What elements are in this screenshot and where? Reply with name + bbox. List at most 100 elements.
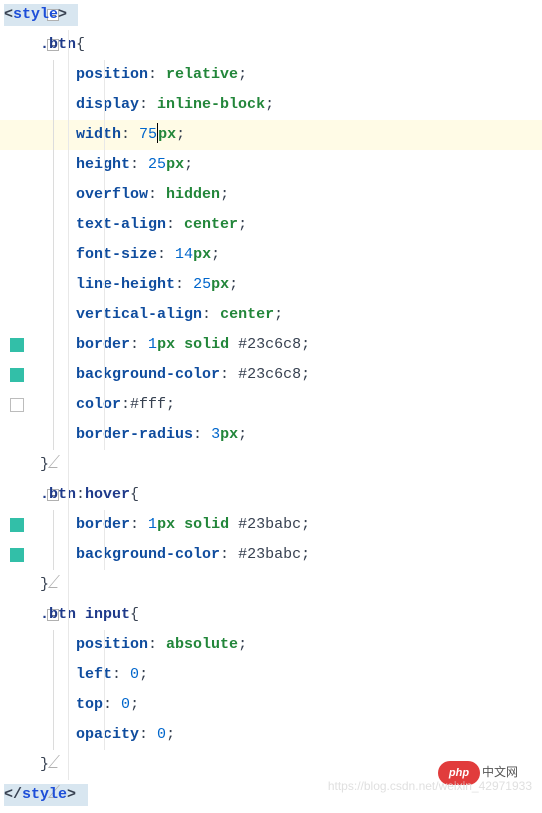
indent-guide [104,390,105,420]
css-property: font-size [76,246,157,263]
css-value: solid [184,336,229,353]
unit: px [166,156,184,173]
code-line[interactable]: vertical-align: center; [0,300,542,330]
code-line[interactable]: background-color: #23babc; [0,540,542,570]
indent-guide [68,240,69,270]
selector: input [85,606,130,623]
watermark-url: https://blog.csdn.net/weixin_42971933 [328,779,532,793]
indent-guide [104,120,105,150]
css-value: center [220,306,274,323]
css-value: relative [166,66,238,83]
code-line[interactable]: .btn{ [0,30,542,60]
colon: : [121,396,130,413]
hex-color: #23babc [238,516,301,533]
code-line[interactable]: <style> [0,0,542,30]
colon: : [157,246,166,263]
code-line[interactable]: overflow: hidden; [0,180,542,210]
colon: : [220,546,229,563]
css-value: inline-block [157,96,265,113]
indent-guide [68,300,69,330]
semicolon: ; [265,96,274,113]
indent-guide [68,150,69,180]
semicolon: ; [176,126,185,143]
fold-connector [53,330,54,360]
code-line[interactable]: border-radius: 3px; [0,420,542,450]
indent-guide [68,660,69,690]
code-line[interactable]: border: 1px solid #23babc; [0,510,542,540]
indent-guide [68,690,69,720]
code-line[interactable]: border: 1px solid #23c6c8; [0,330,542,360]
indent-guide [68,540,69,570]
semicolon: ; [166,726,175,743]
indent-guide [104,60,105,90]
number: 75 [139,126,157,143]
tag-name: style [13,6,58,23]
code-line[interactable]: top: 0; [0,690,542,720]
colon: : [139,726,148,743]
semicolon: ; [238,66,247,83]
code-line[interactable]: font-size: 14px; [0,240,542,270]
unit: px [158,126,176,143]
colon: : [121,126,130,143]
css-property: top [76,696,103,713]
code-line[interactable]: color:#fff; [0,390,542,420]
code-editor[interactable]: <style>.btn{position: relative;display: … [0,0,542,810]
colon: : [130,336,139,353]
angle-bracket: > [58,6,67,23]
fold-connector [53,630,54,660]
colon: : [148,636,157,653]
colon: : [148,186,157,203]
semicolon: ; [211,246,220,263]
unit: px [193,246,211,263]
indent-guide [68,60,69,90]
brace-close: } [40,756,49,773]
code-line[interactable]: opacity: 0; [0,720,542,750]
indent-guide [68,450,69,480]
unit: px [157,516,175,533]
indent-guide [68,600,69,630]
code-line[interactable]: text-align: center; [0,210,542,240]
indent-guide [68,330,69,360]
css-property: line-height [76,276,175,293]
brace-close: } [40,456,49,473]
selector: .btn [40,606,76,623]
fold-connector [53,120,54,150]
code-line[interactable]: background-color: #23c6c8; [0,360,542,390]
code-line[interactable]: height: 25px; [0,150,542,180]
fold-connector [53,420,54,450]
css-property: border [76,336,130,353]
code-line[interactable]: left: 0; [0,660,542,690]
fold-connector [53,210,54,240]
code-line[interactable]: } [0,450,542,480]
indent-guide [68,180,69,210]
fold-connector [53,150,54,180]
code-line[interactable]: .btn input{ [0,600,542,630]
colon: : [148,66,157,83]
css-property: position [76,66,148,83]
brace-open: { [130,606,139,623]
indent-guide [104,300,105,330]
code-line[interactable]: line-height: 25px; [0,270,542,300]
semicolon: ; [274,306,283,323]
indent-guide [104,270,105,300]
code-line[interactable]: position: absolute; [0,630,542,660]
colon: : [130,156,139,173]
code-line[interactable]: width: 75px; [0,120,542,150]
code-line[interactable]: display: inline-block; [0,90,542,120]
hex-color: #23c6c8 [238,336,301,353]
selector: .btn [40,36,76,53]
tag-name: style [22,786,67,803]
brace-open: { [76,36,85,53]
semicolon: ; [220,186,229,203]
indent-guide [104,510,105,540]
code-line[interactable]: } [0,570,542,600]
css-property: position [76,636,148,653]
code-line[interactable]: position: relative; [0,60,542,90]
indent-guide [104,540,105,570]
semicolon: ; [301,366,310,383]
code-line[interactable]: .btn:hover{ [0,480,542,510]
colon: : [76,486,85,503]
indent-guide [68,720,69,750]
colon: : [130,516,139,533]
indent-guide [104,660,105,690]
